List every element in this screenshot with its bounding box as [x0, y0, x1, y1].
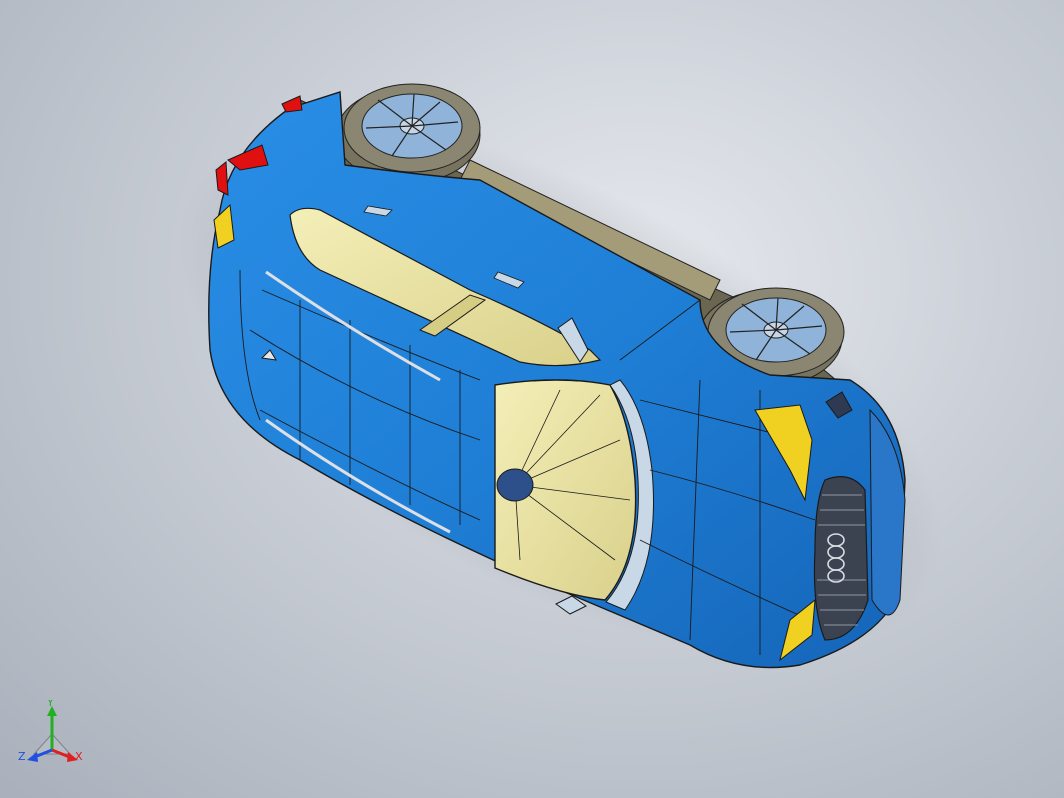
y-axis-label: Y	[46, 700, 54, 709]
z-axis-arrow	[27, 752, 38, 762]
rear-view-mirror	[496, 468, 534, 502]
front-grille	[813, 476, 869, 641]
tail-light-top	[281, 95, 303, 113]
car-3d-model[interactable]	[0, 0, 1064, 798]
axis-triad: Y X Z	[18, 696, 88, 772]
z-axis-label: Z	[18, 750, 26, 763]
x-axis-label: X	[75, 750, 83, 763]
graphics-viewport[interactable]: Y X Z	[0, 0, 1064, 798]
